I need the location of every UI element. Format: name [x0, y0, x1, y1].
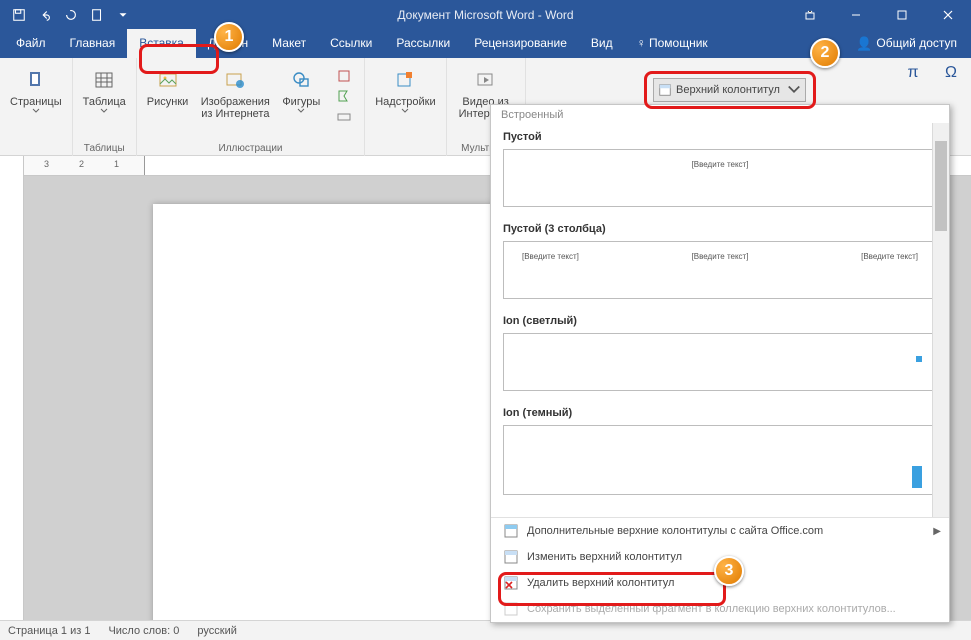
maximize-icon[interactable]: [879, 0, 925, 29]
ion-dark-block: [912, 466, 922, 488]
pictures-button[interactable]: Рисунки: [141, 64, 195, 128]
new-doc-icon[interactable]: [86, 4, 108, 26]
status-page[interactable]: Страница 1 из 1: [8, 625, 90, 637]
ion-light-block: [916, 356, 922, 362]
more-illustrations-button[interactable]: [328, 64, 360, 128]
title-bar: Документ Microsoft Word - Word: [0, 0, 971, 29]
video-icon: [472, 66, 500, 94]
shapes-button[interactable]: Фигуры: [276, 64, 326, 128]
more-headers-office[interactable]: Дополнительные верхние колонтитулы с сай…: [491, 518, 949, 544]
gallery-option-ion-light[interactable]: Ion (светлый): [493, 307, 947, 391]
quick-access-toolbar: [0, 4, 134, 26]
save-icon[interactable]: [8, 4, 30, 26]
gallery-option-ion-dark[interactable]: Ion (темный): [493, 399, 947, 495]
redo-icon[interactable]: [60, 4, 82, 26]
edit-header-icon: [503, 549, 519, 565]
group-illustrations: Рисунки Изображения из Интернета Фигуры …: [137, 58, 365, 156]
chevron-right-icon: ▶: [933, 526, 941, 537]
gallery-scrollbar[interactable]: [932, 123, 949, 517]
undo-icon[interactable]: [34, 4, 56, 26]
tab-home[interactable]: Главная: [58, 29, 128, 58]
tab-layout[interactable]: Макет: [260, 29, 318, 58]
gallery-list: Пустой [Введите текст] Пустой (3 столбца…: [491, 123, 949, 517]
tab-view[interactable]: Вид: [579, 29, 625, 58]
picture-icon: [154, 66, 182, 94]
tab-mailings[interactable]: Рассылки: [384, 29, 462, 58]
gallery-section-label: Встроенный: [491, 105, 949, 123]
group-addins: Надстройки: [365, 58, 446, 156]
qat-more-icon[interactable]: [112, 4, 134, 26]
vertical-ruler[interactable]: [0, 176, 24, 620]
preview-empty: [Введите текст]: [503, 149, 937, 207]
step-badge-1: 1: [214, 22, 244, 52]
tab-help[interactable]: ♀ Помощник: [625, 29, 720, 58]
minimize-icon[interactable]: [833, 0, 879, 29]
table-button[interactable]: Таблица: [77, 64, 132, 114]
group-pages: Страницы: [0, 58, 73, 156]
header-button-label: Верхний колонтитул: [676, 84, 780, 96]
symbol-button[interactable]: Ω: [937, 64, 965, 86]
header-gallery-menu: Встроенный Пустой [Введите текст] Пустой…: [490, 104, 950, 623]
ribbon-options-icon[interactable]: [787, 0, 833, 29]
preview-three: [Введите текст] [Введите текст] [Введите…: [503, 241, 937, 299]
window-controls: [787, 0, 971, 29]
close-icon[interactable]: [925, 0, 971, 29]
tab-review[interactable]: Рецензирование: [462, 29, 579, 58]
step-badge-2: 2: [810, 38, 840, 68]
tab-references[interactable]: Ссылки: [318, 29, 384, 58]
group-tables: Таблица Таблицы: [73, 58, 137, 156]
save-selection-item[interactable]: Сохранить выделенный фрагмент в коллекци…: [491, 596, 949, 622]
pages-button[interactable]: Страницы: [4, 64, 68, 114]
save-selection-icon: [503, 601, 519, 617]
chevron-right-icon: [330, 66, 358, 126]
gallery-option-empty[interactable]: Пустой [Введите текст]: [493, 123, 947, 207]
status-language[interactable]: русский: [197, 625, 236, 637]
addins-button[interactable]: Надстройки: [369, 64, 441, 114]
window-title: Документ Microsoft Word - Word: [397, 8, 573, 22]
step-badge-3: 3: [714, 556, 744, 586]
share-button[interactable]: 👤Общий доступ: [846, 29, 967, 58]
header-icon: [658, 83, 672, 97]
remove-header-icon: [503, 575, 519, 591]
tab-insert[interactable]: Вставка: [127, 29, 196, 58]
online-pictures-button[interactable]: Изображения из Интернета: [196, 64, 274, 128]
preview-ion-light: [503, 333, 937, 391]
table-icon: [90, 66, 118, 94]
chevron-down-icon: [787, 83, 801, 97]
status-bar: Страница 1 из 1 Число слов: 0 русский: [0, 620, 971, 640]
office-icon: [503, 523, 519, 539]
tab-file[interactable]: Файл: [4, 29, 58, 58]
addin-icon: [391, 66, 419, 94]
status-words[interactable]: Число слов: 0: [108, 625, 179, 637]
online-image-icon: [221, 66, 249, 94]
preview-ion-dark: [503, 425, 937, 495]
scrollbar-thumb[interactable]: [935, 141, 947, 231]
page-icon: [22, 66, 50, 94]
shapes-icon: [287, 66, 315, 94]
header-dropdown-button[interactable]: Верхний колонтитул: [653, 78, 806, 102]
equation-button[interactable]: π: [899, 64, 927, 86]
gallery-option-three-col[interactable]: Пустой (3 столбца) [Введите текст] [Введ…: [493, 215, 947, 299]
ruler-corner: [0, 156, 24, 176]
